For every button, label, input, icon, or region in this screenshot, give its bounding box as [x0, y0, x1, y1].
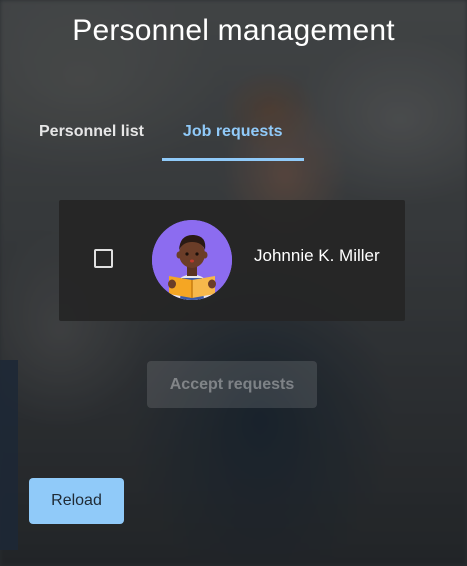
tab-bar: Personnel list Job requests	[21, 106, 304, 161]
reading-person-avatar-icon	[152, 220, 232, 300]
job-request-card: Johnnie K. Miller	[59, 200, 405, 321]
page-title: Personnel management	[72, 14, 395, 47]
tab-job-requests[interactable]: Job requests	[161, 106, 304, 161]
reload-button[interactable]: Reload	[29, 478, 124, 524]
accept-requests-button[interactable]: Accept requests	[147, 361, 317, 408]
requester-name: Johnnie K. Miller	[254, 246, 380, 265]
avatar-illustration	[152, 220, 232, 300]
request-checkbox[interactable]	[94, 249, 113, 268]
tab-personnel-list[interactable]: Personnel list	[21, 106, 162, 160]
